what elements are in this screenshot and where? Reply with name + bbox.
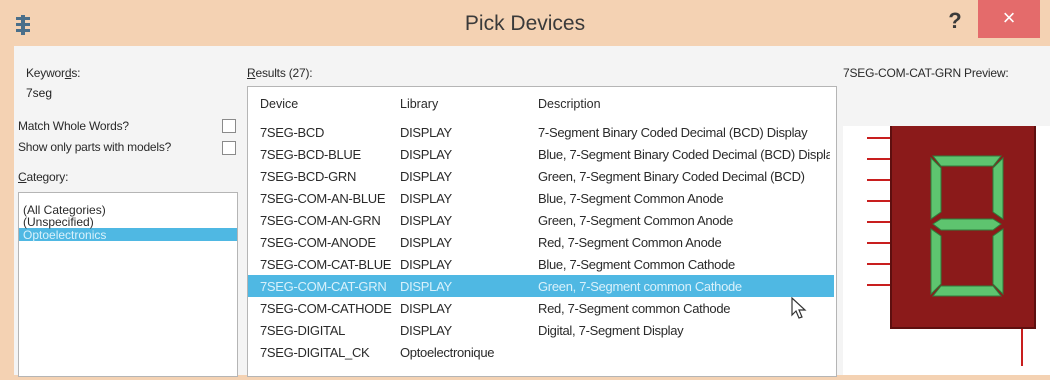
library-cell: Optoelectronique — [400, 345, 495, 360]
segment-f — [930, 156, 942, 220]
library-cell: DISPLAY — [400, 213, 452, 228]
table-row[interactable]: 7SEG-DIGITAL DISPLAY Digital, 7-Segment … — [248, 319, 834, 341]
device-cell: 7SEG-BCD — [260, 125, 325, 140]
show-only-models-checkbox[interactable] — [222, 141, 236, 155]
column-header-description[interactable]: Description — [538, 97, 601, 111]
device-cell: 7SEG-COM-AN-GRN — [260, 213, 381, 228]
table-row[interactable]: 7SEG-DIGITAL_CK Optoelectronique — [248, 341, 834, 363]
segment-g — [932, 218, 1002, 231]
segment-c — [992, 228, 1004, 296]
description-cell: Red, 7-Segment common Cathode — [538, 301, 731, 316]
keywords-input[interactable]: 7seg — [26, 86, 52, 100]
device-preview — [843, 111, 1050, 375]
library-cell: DISPLAY — [400, 257, 452, 272]
results-label: Results (27): — [247, 66, 313, 80]
table-row[interactable]: 7SEG-BCD DISPLAY 7-Segment Binary Coded … — [248, 121, 834, 143]
table-row[interactable]: 7SEG-BCD-BLUE DISPLAY Blue, 7-Segment Bi… — [248, 143, 834, 165]
segment-a — [931, 155, 1003, 167]
library-cell: DISPLAY — [400, 279, 452, 294]
segment-b — [992, 156, 1004, 220]
segment-e — [930, 228, 942, 296]
device-cell: 7SEG-COM-CATHODE — [260, 301, 392, 316]
library-cell: DISPLAY — [400, 147, 452, 162]
results-table: Device Library Description 7SEG-BCD DISP… — [247, 86, 837, 377]
seven-segment-preview-icon — [867, 111, 1036, 366]
table-row[interactable]: 7SEG-COM-AN-GRN DISPLAY Green, 7-Segment… — [248, 209, 834, 231]
device-cell: 7SEG-COM-CAT-BLUE — [260, 257, 392, 272]
show-only-models-label: Show only parts with models? — [18, 140, 172, 154]
table-row[interactable]: 7SEG-COM-AN-BLUE DISPLAY Blue, 7-Segment… — [248, 187, 834, 209]
match-whole-words-label: Match Whole Words? — [18, 119, 129, 133]
library-cell: DISPLAY — [400, 169, 452, 184]
description-cell: Digital, 7-Segment Display — [538, 323, 684, 338]
table-row[interactable]: 7SEG-BCD-GRN DISPLAY Green, 7-Segment Bi… — [248, 165, 834, 187]
table-row[interactable]: 7SEG-COM-CAT-BLUE DISPLAY Blue, 7-Segmen… — [248, 253, 834, 275]
library-cell: DISPLAY — [400, 125, 452, 140]
description-cell: Green, 7-Segment common Cathode — [538, 279, 742, 294]
table-row[interactable]: 7SEG-COM-ANODE DISPLAY Red, 7-Segment Co… — [248, 231, 834, 253]
match-whole-words-checkbox[interactable] — [222, 119, 236, 133]
column-header-library[interactable]: Library — [400, 97, 438, 111]
device-cell: 7SEG-COM-CAT-GRN — [260, 279, 387, 294]
description-cell: Green, 7-Segment Common Anode — [538, 213, 734, 228]
device-cell: 7SEG-COM-ANODE — [260, 235, 376, 250]
preview-label: 7SEG-COM-CAT-GRN Preview: — [843, 66, 1009, 80]
description-cell: Blue, 7-Segment Binary Coded Decimal (BC… — [538, 147, 830, 162]
library-cell: DISPLAY — [400, 235, 452, 250]
dialog-body: Keywords: 7seg Match Whole Words? Show o… — [14, 46, 1050, 377]
keywords-label: Keywords: — [26, 66, 81, 80]
library-cell: DISPLAY — [400, 191, 452, 206]
category-item-unspecified[interactable]: (Unspecified) — [23, 216, 94, 228]
column-header-device[interactable]: Device — [260, 97, 298, 111]
category-list[interactable]: (All Categories) (Unspecified) Optoelect… — [18, 192, 238, 377]
library-cell: DISPLAY — [400, 301, 452, 316]
description-cell: Blue, 7-Segment Common Cathode — [538, 257, 735, 272]
segment-d — [931, 285, 1003, 297]
device-cell: 7SEG-BCD-BLUE — [260, 147, 361, 162]
description-cell: Green, 7-Segment Binary Coded Decimal (B… — [538, 169, 805, 184]
table-row-selected[interactable]: 7SEG-COM-CAT-GRN DISPLAY Green, 7-Segmen… — [248, 275, 834, 297]
device-cell: 7SEG-BCD-GRN — [260, 169, 357, 184]
pick-devices-dialog: Pick Devices ? × Keywords: 7seg Match Wh… — [0, 0, 1050, 377]
category-item-optoelectronics[interactable]: Optoelectronics — [23, 229, 106, 241]
window-title: Pick Devices — [464, 12, 586, 35]
help-button[interactable]: ? — [940, 6, 970, 38]
library-cell: DISPLAY — [400, 323, 452, 338]
description-cell: Blue, 7-Segment Common Anode — [538, 191, 724, 206]
category-label: Category: — [18, 170, 69, 184]
mouse-cursor-icon — [791, 297, 807, 319]
device-cell: 7SEG-DIGITAL — [260, 323, 346, 338]
description-cell: 7-Segment Binary Coded Decimal (BCD) Dis… — [538, 125, 808, 140]
device-cell: 7SEG-COM-AN-BLUE — [260, 191, 386, 206]
title-bar[interactable]: Pick Devices ? × — [0, 0, 1050, 46]
device-cell: 7SEG-DIGITAL_CK — [260, 345, 370, 360]
close-button[interactable]: × — [978, 0, 1040, 38]
description-cell: Red, 7-Segment Common Anode — [538, 235, 722, 250]
table-row[interactable]: 7SEG-COM-CATHODE DISPLAY Red, 7-Segment … — [248, 297, 834, 319]
